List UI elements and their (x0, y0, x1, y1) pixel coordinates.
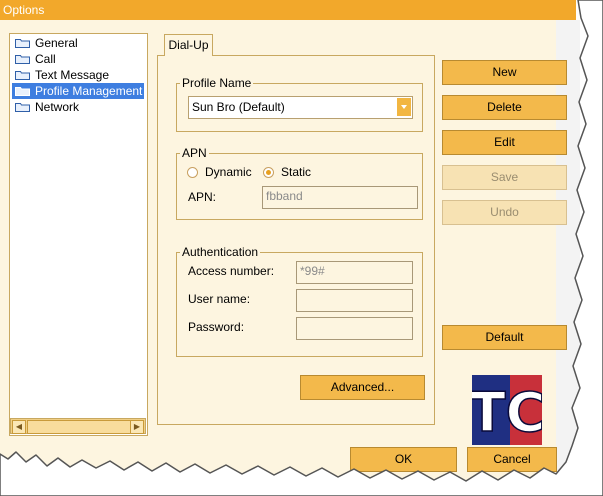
advanced-button[interactable]: Advanced... (300, 375, 425, 400)
apn-label: APN: (188, 190, 217, 204)
profile-name-legend: Profile Name (182, 76, 252, 90)
tc-logo: TC (472, 375, 542, 445)
tab-label: Dial-Up (168, 38, 209, 52)
folder-icon (15, 71, 30, 80)
window-title-bar[interactable]: Options (0, 0, 576, 20)
folder-icon (15, 55, 30, 64)
undo-button[interactable]: Undo (442, 200, 567, 225)
user-name-label: User name: (188, 292, 251, 306)
tree-item-label: Profile Management (35, 84, 143, 98)
tree-item-label: Text Message (35, 68, 110, 82)
access-number-value: *99# (300, 264, 325, 278)
user-name-input[interactable] (296, 289, 413, 312)
authentication-legend: Authentication (182, 245, 259, 259)
scrollbar-thumb[interactable] (27, 420, 132, 434)
folder-icon (15, 39, 30, 48)
password-label: Password: (188, 320, 245, 334)
folder-icon (15, 103, 30, 112)
tree-item-network[interactable]: Network (12, 99, 79, 115)
tree-item-label: Call (35, 52, 56, 66)
tab-dial-up[interactable]: Dial-Up (164, 34, 213, 56)
save-button[interactable]: Save (442, 165, 567, 190)
tree-item-text-message[interactable]: Text Message (12, 67, 109, 83)
apn-legend: APN (182, 146, 207, 160)
password-input[interactable] (296, 317, 413, 340)
tree-item-label: Network (35, 100, 80, 114)
apn-input[interactable]: fbband (262, 186, 418, 209)
options-category-tree[interactable]: General Call Text Message Profile Manage… (9, 33, 148, 436)
apn-input-value: fbband (266, 189, 303, 203)
window-title: Options (3, 3, 45, 17)
dynamic-radio[interactable] (187, 167, 198, 178)
access-number-input[interactable]: *99# (296, 261, 413, 284)
access-number-label: Access number: (188, 264, 275, 278)
tree-item-profile-management[interactable]: Profile Management (12, 83, 144, 99)
tree-item-call[interactable]: Call (12, 51, 56, 67)
dynamic-radio-label[interactable]: Dynamic (205, 165, 252, 179)
scroll-left-icon[interactable]: ◀ (12, 420, 26, 434)
static-radio[interactable] (263, 167, 274, 178)
delete-button[interactable]: Delete (442, 95, 567, 120)
tc-logo-text: TC (472, 381, 542, 444)
edit-button[interactable]: Edit (442, 130, 567, 155)
tree-horizontal-scrollbar[interactable]: ◀ ▶ (10, 418, 146, 434)
profile-select-value: Sun Bro (Default) (192, 100, 285, 114)
open-folder-icon (15, 87, 30, 96)
default-button[interactable]: Default (442, 325, 567, 350)
chevron-down-icon[interactable] (397, 98, 411, 116)
profile-select[interactable]: Sun Bro (Default) (188, 96, 413, 119)
window-edge (556, 20, 580, 470)
ok-button[interactable]: OK (350, 447, 457, 472)
static-radio-label[interactable]: Static (281, 165, 311, 179)
scroll-right-icon[interactable]: ▶ (130, 420, 144, 434)
tree-item-label: General (35, 36, 78, 50)
new-button[interactable]: New (442, 60, 567, 85)
tree-item-general[interactable]: General (12, 35, 78, 51)
cancel-button[interactable]: Cancel (467, 447, 557, 472)
